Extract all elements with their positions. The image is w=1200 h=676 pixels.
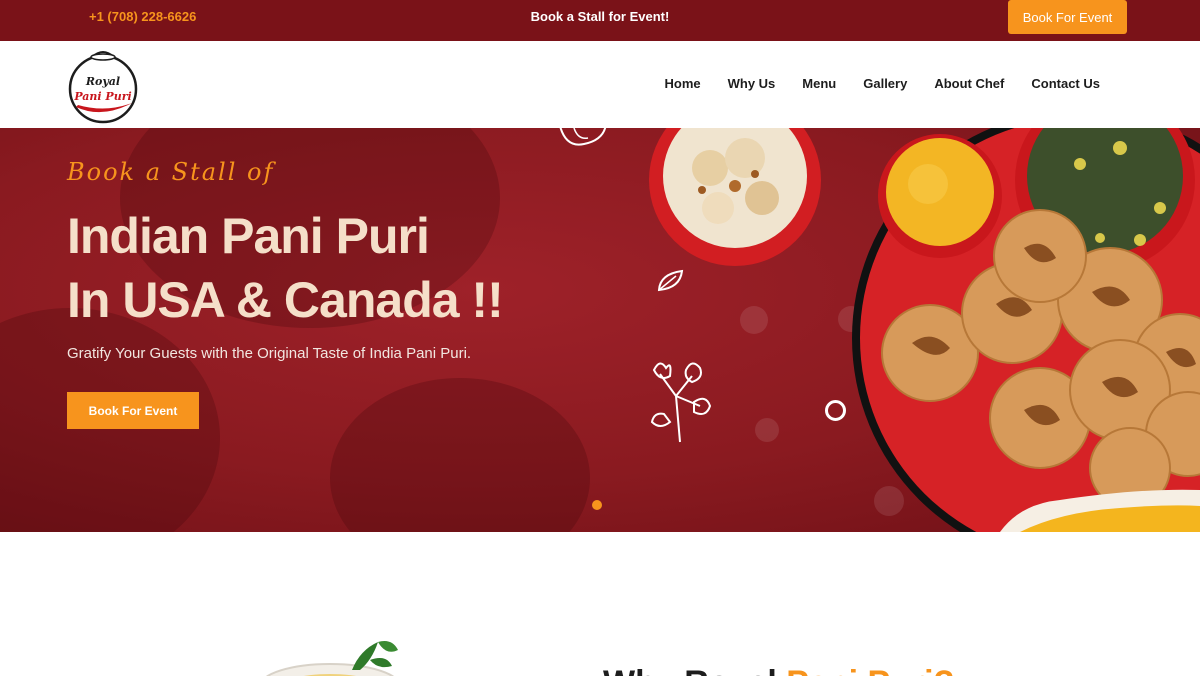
why-section-title: Why Royal Pani Puri? (603, 664, 954, 676)
nav-why-us[interactable]: Why Us (728, 76, 776, 91)
book-for-event-button[interactable]: Book For Event (1008, 0, 1127, 34)
royal-pani-puri-logo[interactable]: Royal Pani Puri (66, 45, 142, 125)
nav-contact-us[interactable]: Contact Us (1031, 76, 1100, 91)
why-section: Why Royal Pani Puri? (0, 532, 1200, 676)
phone-number[interactable]: +1 (708) 228-6626 (89, 9, 196, 24)
slider-dot[interactable] (592, 500, 602, 510)
nav-gallery[interactable]: Gallery (863, 76, 907, 91)
why-section-title-part2: Pani Puri? (786, 664, 954, 676)
nav-home[interactable]: Home (664, 76, 700, 91)
top-bar: +1 (708) 228-6626 Book a Stall for Event… (0, 0, 1200, 41)
hero-book-for-event-button[interactable]: Book For Event (67, 392, 199, 429)
main-nav: Home Why Us Menu Gallery About Chef Cont… (637, 76, 1100, 91)
hero-headline: Indian Pani Puri In USA & Canada !! (67, 204, 504, 332)
dish-preview-image (265, 641, 398, 676)
site-header: Royal Pani Puri Home Why Us Menu Gallery… (0, 41, 1200, 128)
logo-text-pani-puri: Pani Puri (73, 90, 131, 103)
hero-subtitle: Gratify Your Guests with the Original Ta… (67, 345, 472, 362)
pani-puri-food-image (649, 128, 1200, 532)
logo-text-royal: Royal (85, 75, 120, 88)
hero-headline-line1: Indian Pani Puri (67, 208, 430, 264)
why-section-title-part1: Why Royal (603, 664, 786, 676)
hero-banner: Book a Stall of Indian Pani Puri In USA … (0, 128, 1200, 532)
nav-about-chef[interactable]: About Chef (934, 76, 1004, 91)
nav-menu[interactable]: Menu (802, 76, 836, 91)
hero-headline-line2: In USA & Canada !! (67, 272, 504, 328)
hero-kicker: Book a Stall of (67, 158, 275, 186)
